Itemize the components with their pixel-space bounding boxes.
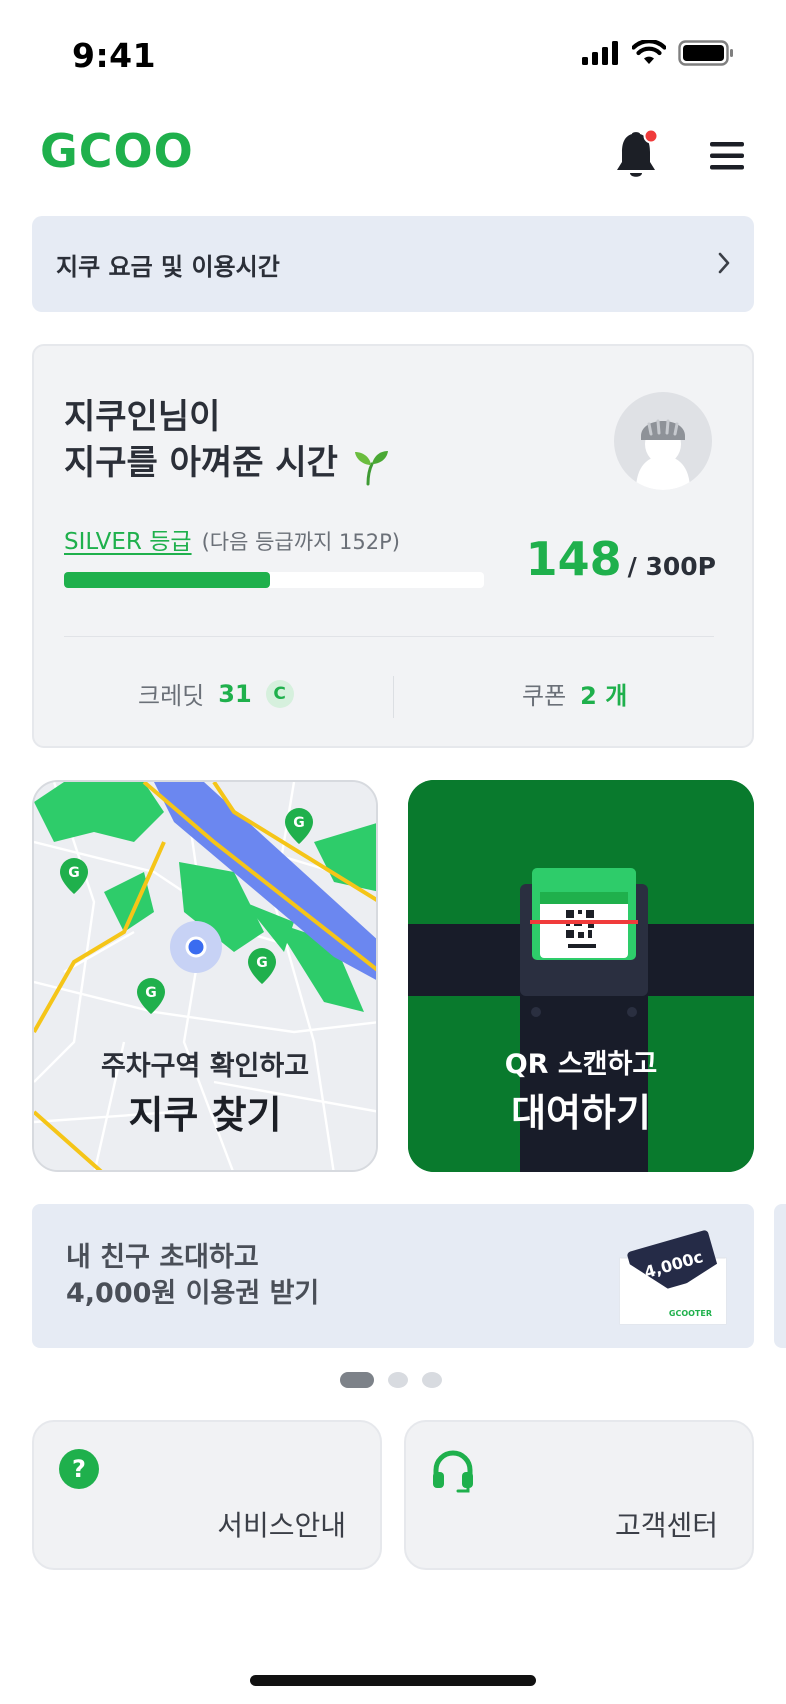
grade-note: (다음 등급까지 152P) [201,530,400,554]
qr-tile-title: 대여하기 [511,1091,651,1135]
greeting-line-1: 지쿠인님이 [64,397,221,437]
invite-text: 내 친구 초대하고 4,000원 이용권 받기 [66,1240,319,1312]
points-current: 148 [525,532,622,586]
status-time: 9:41 [72,36,157,75]
hamburger-menu-icon[interactable] [706,136,752,176]
map-tile-title: 지쿠 찾기 [128,1093,282,1137]
service-guide-label: 서비스안내 [217,1509,346,1542]
status-icons [582,40,734,66]
coupon-value: 2 개 [580,682,628,710]
fee-info-banner[interactable]: 지쿠 요금 및 이용시간 [32,216,754,312]
credit-value: 31 [218,679,252,708]
credit-c-icon: C [265,679,294,708]
avatar[interactable] [614,392,712,490]
svg-text:G: G [68,865,80,881]
customer-center-button[interactable]: 고객센터 [404,1420,754,1570]
svg-text:G: G [293,815,305,831]
next-banner-peek[interactable] [774,1204,786,1348]
gcoo-logo[interactable]: GCOO [40,124,194,178]
credit-label: 크레딧 [138,682,205,710]
carousel-dot-3[interactable] [422,1372,442,1388]
signal-icon [582,41,618,65]
greeting-line-2: 지구를 아껴준 시간 [64,443,338,483]
carousel-pagination [340,1372,442,1388]
svg-text:?: ? [72,1455,86,1483]
grade-progress-fill [64,572,270,588]
grade-link[interactable]: SILVER 등급 [64,522,192,556]
qr-rent-tile[interactable]: QR 스캔하고 대여하기 [408,780,754,1172]
svg-text:GCOOTER: GCOOTER [669,1309,712,1318]
invite-line-2: 4,000원 이용권 받기 [66,1278,320,1309]
notification-bell-icon[interactable] [612,128,660,184]
wifi-icon [632,40,666,64]
svg-text:G: G [145,985,157,1001]
invite-friend-banner[interactable]: 내 친구 초대하고 4,000원 이용권 받기 4,000c GCOOTER [32,1204,754,1348]
card-vertical-divider [393,676,394,718]
notification-dot [643,128,659,144]
grade-progress-bar [64,572,484,588]
card-divider [64,636,714,637]
points-max: / 300P [627,552,716,581]
app-header: GCOO [0,110,786,200]
carousel-dot-1[interactable] [340,1372,374,1388]
battery-icon [678,40,733,66]
coupon-stat[interactable]: 쿠폰 2 개 [522,676,627,711]
map-tile-subtitle: 주차구역 확인하고 [100,1051,310,1082]
sprout-icon [355,451,388,486]
profile-card: 지쿠인님이 지구를 아껴준 시간 SILVER 등급 (다음 등급까지 152P… [32,344,754,748]
headset-icon [433,1450,473,1493]
find-gcoo-tile[interactable]: G G G G 주차구역 확인하고 지쿠 찾기 [32,780,378,1172]
qr-tile-subtitle: QR 스캔하고 [504,1049,658,1080]
fee-info-label: 지쿠 요금 및 이용시간 [56,252,280,281]
grade-row: SILVER 등급 (다음 등급까지 152P) [64,522,400,556]
service-guide-button[interactable]: ? 서비스안내 [32,1420,382,1570]
credit-stat[interactable]: 크레딧 31 C [138,676,294,711]
points-display: 148 / 300P [526,532,716,586]
voucher-envelope-icon: 4,000c GCOOTER [619,1230,727,1325]
svg-text:G: G [256,955,268,971]
home-indicator[interactable] [250,1675,536,1686]
coupon-label: 쿠폰 [522,682,567,710]
chevron-right-icon [718,252,730,274]
help-circle-icon: ? [59,1449,99,1489]
invite-line-1: 내 친구 초대하고 [66,1242,259,1273]
status-bar: 9:41 [0,0,786,110]
carousel-dot-2[interactable] [388,1372,408,1388]
customer-center-label: 고객센터 [614,1509,718,1542]
greeting: 지쿠인님이 지구를 아껴준 시간 [64,394,338,486]
